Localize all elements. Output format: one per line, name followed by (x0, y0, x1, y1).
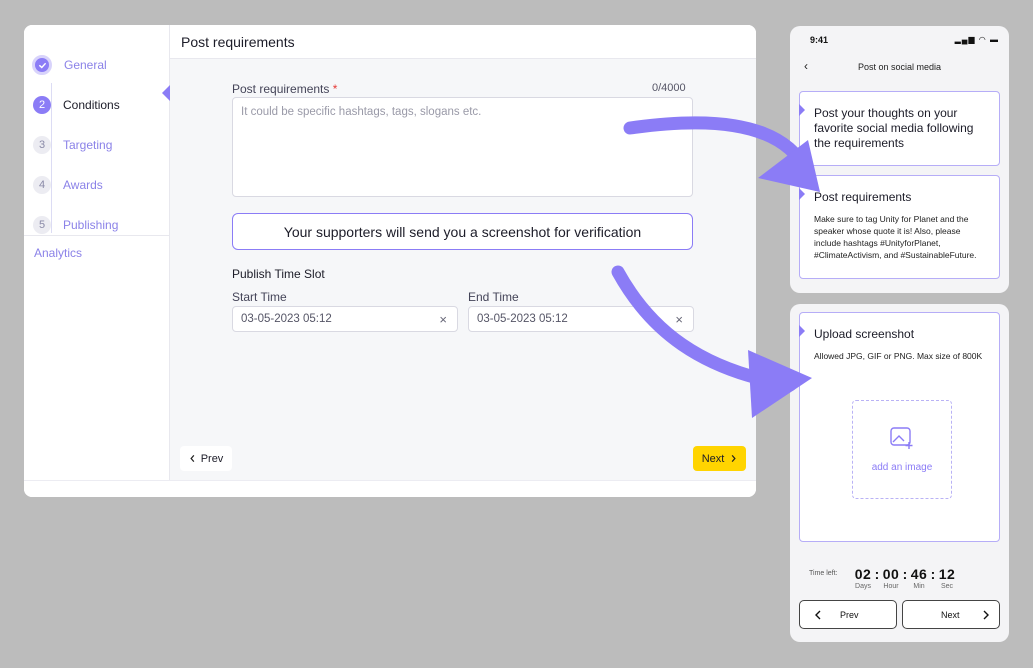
next-label: Next (701, 452, 725, 465)
step-awards[interactable]: 4 Awards (33, 165, 120, 205)
upload-note: Allowed JPG, GIF or PNG. Max size of 800… (814, 351, 983, 361)
time-left-label: Time left: (809, 570, 838, 577)
phone-prev-button[interactable]: Prev (799, 600, 897, 629)
post-requirements-input[interactable]: It could be specific hashtags, tags, slo… (232, 97, 693, 197)
timer-days: 02 Days (854, 566, 872, 590)
required-mark: * (332, 82, 338, 96)
page-title: Post requirements (170, 25, 756, 59)
step-label: Awards (63, 178, 103, 192)
instruction-card: Post your thoughts on your favorite soci… (799, 91, 1000, 166)
clear-icon[interactable]: × (675, 312, 683, 327)
step-conditions[interactable]: 2 Conditions (33, 85, 120, 125)
phone-title: Post on social media (857, 62, 942, 72)
requirements-title: Post requirements (814, 190, 912, 204)
timer-hours: 00 Hour (882, 566, 900, 590)
phone-screen-upload: Upload screenshot Allowed JPG, GIF or PN… (790, 304, 1009, 642)
start-time-label: Start Time (232, 290, 287, 304)
add-image-icon (890, 427, 913, 449)
card-pointer (799, 104, 805, 116)
wizard-content: Post requirements Post requirements * 0/… (170, 25, 756, 480)
step-targeting[interactable]: 3 Targeting (33, 125, 120, 165)
wizard-steps: General 2 Conditions 3 Targeting 4 Award… (32, 45, 120, 245)
end-time-label: End Time (468, 290, 519, 304)
upload-card: Upload screenshot Allowed JPG, GIF or PN… (799, 312, 1000, 542)
card-pointer (799, 188, 805, 200)
step-number: 2 (33, 96, 51, 114)
prev-label: Prev (200, 452, 224, 465)
start-time-input[interactable]: 03-05-2023 05:12 × (232, 306, 458, 332)
requirements-card: Post requirements Make sure to tag Unity… (799, 175, 1000, 279)
countdown-timer: 02 Days : 00 Hour : 46 Min : 12 Sec (852, 566, 958, 590)
label-text: Post requirements (232, 82, 330, 96)
start-time-value: 03-05-2023 05:12 (241, 313, 332, 325)
step-number: 4 (33, 176, 51, 194)
step-label: Conditions (63, 98, 120, 112)
next-label: Next (941, 609, 960, 620)
status-icons: ▂▄▆ ◠ ▬ (954, 35, 999, 44)
step-label: Publishing (63, 218, 119, 232)
image-upload-dropzone[interactable]: add an image (852, 400, 952, 499)
clear-icon[interactable]: × (439, 312, 447, 327)
prev-label: Prev (840, 609, 859, 620)
phone-next-button[interactable]: Next (902, 600, 1000, 629)
status-time: 9:41 (810, 35, 829, 45)
step-general[interactable]: General (32, 45, 120, 85)
step-label: General (64, 58, 107, 72)
end-time-value: 03-05-2023 05:12 (477, 313, 568, 325)
wizard-sidebar: General 2 Conditions 3 Targeting 4 Award… (24, 25, 170, 480)
card-pointer (799, 325, 805, 337)
post-requirements-label: Post requirements * (232, 82, 337, 96)
timer-seconds: 12 Sec (938, 566, 956, 590)
prev-button[interactable]: Prev (180, 446, 232, 471)
sidebar-item-analytics[interactable]: Analytics (34, 246, 82, 260)
char-counter: 0/4000 (652, 82, 686, 94)
chevron-right-icon (731, 454, 736, 463)
check-icon (32, 55, 52, 75)
sidebar-divider (24, 235, 170, 236)
step-label: Targeting (63, 138, 113, 152)
requirements-body: Make sure to tag Unity for Planet and th… (814, 214, 977, 260)
active-step-pointer (162, 85, 170, 101)
phone-screen-post: 9:41 ▂▄▆ ◠ ▬ ‹ Post on social media Post… (790, 26, 1009, 293)
chevron-left-icon (815, 610, 821, 619)
end-time-input[interactable]: 03-05-2023 05:12 × (468, 306, 694, 332)
step-number: 5 (33, 216, 51, 234)
timer-minutes: 46 Min (910, 566, 928, 590)
desktop-window: General 2 Conditions 3 Targeting 4 Award… (24, 25, 756, 497)
next-button[interactable]: Next (693, 446, 746, 471)
add-image-label: add an image (871, 462, 933, 473)
upload-title: Upload screenshot (814, 327, 915, 341)
instruction-text: Post your thoughts on your favorite soci… (814, 106, 974, 150)
time-slot-title: Publish Time Slot (232, 267, 325, 281)
chevron-left-icon (190, 454, 195, 463)
step-publishing[interactable]: 5 Publishing (33, 205, 120, 245)
chevron-right-icon (983, 610, 989, 619)
step-number: 3 (33, 136, 51, 154)
verification-notice: Your supporters will send you a screensh… (232, 213, 693, 250)
window-footer (24, 480, 756, 497)
